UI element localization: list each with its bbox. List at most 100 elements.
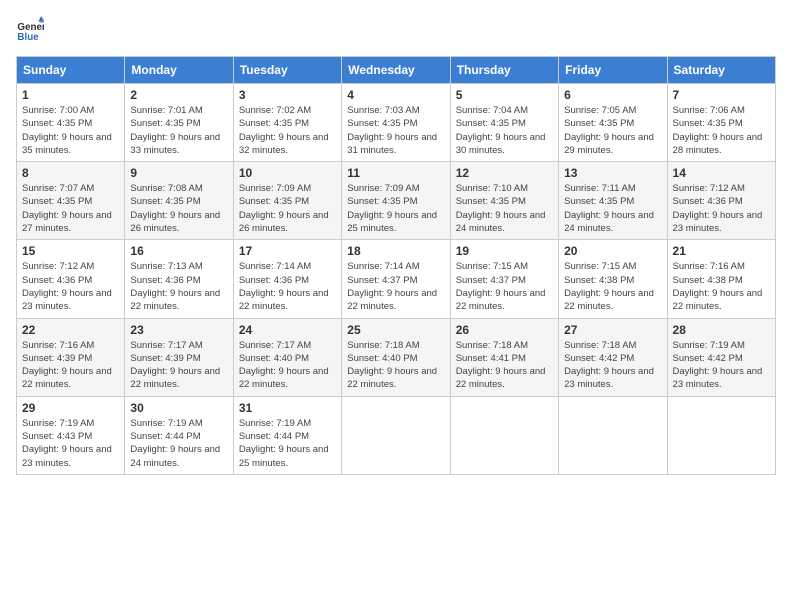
day-detail: Sunrise: 7:01 AM Sunset: 4:35 PM Dayligh… — [130, 104, 227, 157]
page-header: General Blue — [16, 16, 776, 44]
calendar-day-cell: 5 Sunrise: 7:04 AM Sunset: 4:35 PM Dayli… — [450, 84, 558, 162]
day-detail: Sunrise: 7:18 AM Sunset: 4:41 PM Dayligh… — [456, 339, 553, 392]
day-detail: Sunrise: 7:14 AM Sunset: 4:37 PM Dayligh… — [347, 260, 444, 313]
day-detail: Sunrise: 7:00 AM Sunset: 4:35 PM Dayligh… — [22, 104, 119, 157]
day-number: 6 — [564, 88, 661, 102]
day-detail: Sunrise: 7:06 AM Sunset: 4:35 PM Dayligh… — [673, 104, 770, 157]
weekday-header: Saturday — [667, 57, 775, 84]
logo: General Blue — [16, 16, 48, 44]
calendar-day-cell: 6 Sunrise: 7:05 AM Sunset: 4:35 PM Dayli… — [559, 84, 667, 162]
calendar-day-cell: 24 Sunrise: 7:17 AM Sunset: 4:40 PM Dayl… — [233, 318, 341, 396]
calendar-day-cell: 29 Sunrise: 7:19 AM Sunset: 4:43 PM Dayl… — [17, 396, 125, 474]
day-detail: Sunrise: 7:19 AM Sunset: 4:43 PM Dayligh… — [22, 417, 119, 470]
day-detail: Sunrise: 7:02 AM Sunset: 4:35 PM Dayligh… — [239, 104, 336, 157]
calendar-table: SundayMondayTuesdayWednesdayThursdayFrid… — [16, 56, 776, 475]
day-detail: Sunrise: 7:12 AM Sunset: 4:36 PM Dayligh… — [673, 182, 770, 235]
day-number: 5 — [456, 88, 553, 102]
calendar-week-row: 8 Sunrise: 7:07 AM Sunset: 4:35 PM Dayli… — [17, 162, 776, 240]
day-number: 14 — [673, 166, 770, 180]
day-number: 30 — [130, 401, 227, 415]
day-number: 27 — [564, 323, 661, 337]
calendar-day-cell — [559, 396, 667, 474]
calendar-day-cell: 28 Sunrise: 7:19 AM Sunset: 4:42 PM Dayl… — [667, 318, 775, 396]
day-number: 23 — [130, 323, 227, 337]
day-number: 15 — [22, 244, 119, 258]
day-detail: Sunrise: 7:15 AM Sunset: 4:37 PM Dayligh… — [456, 260, 553, 313]
calendar-day-cell: 26 Sunrise: 7:18 AM Sunset: 4:41 PM Dayl… — [450, 318, 558, 396]
day-detail: Sunrise: 7:19 AM Sunset: 4:44 PM Dayligh… — [239, 417, 336, 470]
calendar-day-cell: 17 Sunrise: 7:14 AM Sunset: 4:36 PM Dayl… — [233, 240, 341, 318]
day-number: 28 — [673, 323, 770, 337]
calendar-day-cell: 4 Sunrise: 7:03 AM Sunset: 4:35 PM Dayli… — [342, 84, 450, 162]
day-number: 21 — [673, 244, 770, 258]
calendar-day-cell: 30 Sunrise: 7:19 AM Sunset: 4:44 PM Dayl… — [125, 396, 233, 474]
day-number: 18 — [347, 244, 444, 258]
day-number: 12 — [456, 166, 553, 180]
day-number: 25 — [347, 323, 444, 337]
day-number: 29 — [22, 401, 119, 415]
calendar-day-cell: 20 Sunrise: 7:15 AM Sunset: 4:38 PM Dayl… — [559, 240, 667, 318]
day-detail: Sunrise: 7:19 AM Sunset: 4:42 PM Dayligh… — [673, 339, 770, 392]
calendar-day-cell: 16 Sunrise: 7:13 AM Sunset: 4:36 PM Dayl… — [125, 240, 233, 318]
weekday-header: Friday — [559, 57, 667, 84]
calendar-day-cell: 14 Sunrise: 7:12 AM Sunset: 4:36 PM Dayl… — [667, 162, 775, 240]
weekday-header: Sunday — [17, 57, 125, 84]
calendar-day-cell: 3 Sunrise: 7:02 AM Sunset: 4:35 PM Dayli… — [233, 84, 341, 162]
day-number: 31 — [239, 401, 336, 415]
day-number: 24 — [239, 323, 336, 337]
day-number: 16 — [130, 244, 227, 258]
day-number: 11 — [347, 166, 444, 180]
day-detail: Sunrise: 7:04 AM Sunset: 4:35 PM Dayligh… — [456, 104, 553, 157]
day-detail: Sunrise: 7:08 AM Sunset: 4:35 PM Dayligh… — [130, 182, 227, 235]
calendar-week-row: 29 Sunrise: 7:19 AM Sunset: 4:43 PM Dayl… — [17, 396, 776, 474]
calendar-day-cell: 10 Sunrise: 7:09 AM Sunset: 4:35 PM Dayl… — [233, 162, 341, 240]
weekday-header: Tuesday — [233, 57, 341, 84]
calendar-day-cell: 9 Sunrise: 7:08 AM Sunset: 4:35 PM Dayli… — [125, 162, 233, 240]
calendar-day-cell: 12 Sunrise: 7:10 AM Sunset: 4:35 PM Dayl… — [450, 162, 558, 240]
day-number: 9 — [130, 166, 227, 180]
day-number: 20 — [564, 244, 661, 258]
day-detail: Sunrise: 7:07 AM Sunset: 4:35 PM Dayligh… — [22, 182, 119, 235]
calendar-day-cell: 15 Sunrise: 7:12 AM Sunset: 4:36 PM Dayl… — [17, 240, 125, 318]
calendar-day-cell: 21 Sunrise: 7:16 AM Sunset: 4:38 PM Dayl… — [667, 240, 775, 318]
day-detail: Sunrise: 7:17 AM Sunset: 4:39 PM Dayligh… — [130, 339, 227, 392]
calendar-day-cell: 8 Sunrise: 7:07 AM Sunset: 4:35 PM Dayli… — [17, 162, 125, 240]
weekday-header: Thursday — [450, 57, 558, 84]
day-detail: Sunrise: 7:14 AM Sunset: 4:36 PM Dayligh… — [239, 260, 336, 313]
calendar-day-cell — [450, 396, 558, 474]
day-detail: Sunrise: 7:18 AM Sunset: 4:40 PM Dayligh… — [347, 339, 444, 392]
day-detail: Sunrise: 7:10 AM Sunset: 4:35 PM Dayligh… — [456, 182, 553, 235]
calendar-day-cell: 18 Sunrise: 7:14 AM Sunset: 4:37 PM Dayl… — [342, 240, 450, 318]
calendar-week-row: 15 Sunrise: 7:12 AM Sunset: 4:36 PM Dayl… — [17, 240, 776, 318]
weekday-header: Monday — [125, 57, 233, 84]
day-number: 10 — [239, 166, 336, 180]
day-detail: Sunrise: 7:17 AM Sunset: 4:40 PM Dayligh… — [239, 339, 336, 392]
day-detail: Sunrise: 7:13 AM Sunset: 4:36 PM Dayligh… — [130, 260, 227, 313]
day-number: 4 — [347, 88, 444, 102]
calendar-day-cell: 7 Sunrise: 7:06 AM Sunset: 4:35 PM Dayli… — [667, 84, 775, 162]
day-detail: Sunrise: 7:15 AM Sunset: 4:38 PM Dayligh… — [564, 260, 661, 313]
calendar-week-row: 1 Sunrise: 7:00 AM Sunset: 4:35 PM Dayli… — [17, 84, 776, 162]
day-detail: Sunrise: 7:16 AM Sunset: 4:38 PM Dayligh… — [673, 260, 770, 313]
day-detail: Sunrise: 7:19 AM Sunset: 4:44 PM Dayligh… — [130, 417, 227, 470]
calendar-day-cell: 1 Sunrise: 7:00 AM Sunset: 4:35 PM Dayli… — [17, 84, 125, 162]
day-number: 22 — [22, 323, 119, 337]
svg-text:Blue: Blue — [17, 32, 39, 43]
calendar-day-cell: 11 Sunrise: 7:09 AM Sunset: 4:35 PM Dayl… — [342, 162, 450, 240]
day-detail: Sunrise: 7:03 AM Sunset: 4:35 PM Dayligh… — [347, 104, 444, 157]
day-number: 1 — [22, 88, 119, 102]
day-detail: Sunrise: 7:18 AM Sunset: 4:42 PM Dayligh… — [564, 339, 661, 392]
calendar-day-cell — [342, 396, 450, 474]
calendar-day-cell — [667, 396, 775, 474]
calendar-day-cell: 31 Sunrise: 7:19 AM Sunset: 4:44 PM Dayl… — [233, 396, 341, 474]
logo-icon: General Blue — [16, 16, 44, 44]
day-detail: Sunrise: 7:16 AM Sunset: 4:39 PM Dayligh… — [22, 339, 119, 392]
day-detail: Sunrise: 7:11 AM Sunset: 4:35 PM Dayligh… — [564, 182, 661, 235]
day-number: 7 — [673, 88, 770, 102]
calendar-day-cell: 25 Sunrise: 7:18 AM Sunset: 4:40 PM Dayl… — [342, 318, 450, 396]
calendar-day-cell: 2 Sunrise: 7:01 AM Sunset: 4:35 PM Dayli… — [125, 84, 233, 162]
day-number: 2 — [130, 88, 227, 102]
calendar-day-cell: 22 Sunrise: 7:16 AM Sunset: 4:39 PM Dayl… — [17, 318, 125, 396]
calendar-week-row: 22 Sunrise: 7:16 AM Sunset: 4:39 PM Dayl… — [17, 318, 776, 396]
calendar-day-cell: 19 Sunrise: 7:15 AM Sunset: 4:37 PM Dayl… — [450, 240, 558, 318]
